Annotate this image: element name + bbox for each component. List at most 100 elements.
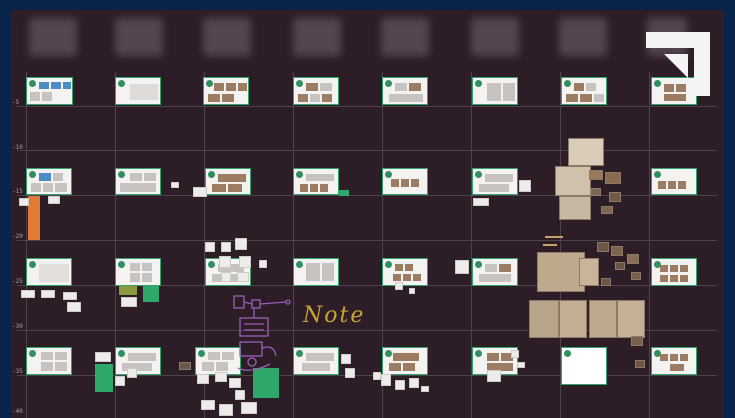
card[interactable]	[193, 187, 207, 197]
sticky-note[interactable]	[143, 286, 159, 302]
board-frame[interactable]	[203, 77, 249, 105]
board-frame[interactable]	[382, 168, 428, 195]
card[interactable]	[127, 368, 137, 378]
card[interactable]	[171, 182, 179, 188]
board-frame[interactable]	[382, 77, 428, 105]
image-thumbnail[interactable]	[615, 262, 625, 270]
card[interactable]	[215, 372, 227, 382]
board-frame[interactable]	[26, 258, 72, 286]
board-frame[interactable]	[115, 258, 161, 286]
card[interactable]	[341, 354, 351, 364]
board-frame[interactable]	[115, 77, 161, 105]
card[interactable]	[221, 272, 231, 282]
board-frame[interactable]	[651, 168, 697, 195]
card[interactable]	[409, 288, 415, 294]
image-thumbnail[interactable]	[627, 254, 639, 264]
handdrawn-sketch-icon[interactable]	[230, 294, 292, 376]
whiteboard-canvas[interactable]: -5 -10 -15 -20 -25 -30 -35 -40 Note	[11, 10, 724, 418]
board-frame[interactable]	[293, 258, 339, 286]
card[interactable]	[517, 362, 525, 368]
image-thumbnail[interactable]	[568, 138, 604, 166]
card[interactable]	[197, 374, 209, 384]
card[interactable]	[395, 282, 403, 290]
card[interactable]	[519, 180, 531, 192]
card[interactable]	[345, 368, 355, 378]
grid-line	[17, 240, 717, 241]
image-thumbnail[interactable]	[631, 336, 643, 346]
image-thumbnail[interactable]	[589, 300, 617, 338]
card[interactable]	[421, 386, 429, 392]
card[interactable]	[19, 198, 29, 206]
board-frame[interactable]	[651, 258, 697, 286]
board-frame[interactable]	[561, 347, 607, 385]
card[interactable]	[21, 290, 35, 298]
card[interactable]	[237, 272, 249, 282]
board-frame[interactable]	[26, 347, 72, 375]
board-frame[interactable]	[293, 347, 339, 375]
sticky-note[interactable]	[119, 286, 137, 295]
image-thumbnail[interactable]	[597, 242, 609, 252]
card[interactable]	[229, 378, 241, 388]
card[interactable]	[205, 242, 215, 252]
card[interactable]	[487, 370, 501, 382]
card[interactable]	[259, 260, 267, 268]
image-thumbnail[interactable]	[611, 246, 623, 256]
card[interactable]	[48, 196, 60, 204]
card[interactable]	[241, 402, 257, 414]
board-frame[interactable]	[205, 168, 251, 195]
image-thumbnail[interactable]	[579, 258, 599, 286]
image-thumbnail[interactable]	[529, 300, 559, 338]
board-frame[interactable]	[382, 258, 428, 286]
card[interactable]	[235, 390, 245, 400]
card[interactable]	[63, 292, 77, 300]
board-frame[interactable]	[472, 258, 518, 286]
card[interactable]	[511, 350, 519, 358]
card[interactable]	[235, 238, 247, 250]
image-thumbnail[interactable]	[635, 360, 645, 368]
card[interactable]	[239, 256, 251, 268]
board-frame[interactable]	[115, 168, 161, 195]
card[interactable]	[473, 198, 489, 206]
card[interactable]	[115, 376, 125, 386]
image-thumbnail[interactable]	[589, 170, 603, 180]
card[interactable]	[201, 400, 215, 410]
board-frame[interactable]	[293, 168, 339, 195]
card[interactable]	[219, 404, 233, 416]
board-frame[interactable]	[472, 168, 518, 195]
sticky-note[interactable]	[28, 196, 40, 240]
card[interactable]	[219, 256, 231, 268]
card[interactable]	[381, 374, 391, 386]
card[interactable]	[221, 242, 231, 252]
image-thumbnail[interactable]	[537, 252, 585, 292]
image-thumbnail[interactable]	[555, 166, 591, 196]
board-frame[interactable]	[561, 77, 607, 105]
handwritten-note[interactable]: Note	[303, 303, 365, 328]
board-frame[interactable]	[293, 77, 339, 105]
card[interactable]	[409, 378, 419, 388]
board-frame[interactable]	[472, 77, 518, 105]
image-thumbnail[interactable]	[601, 278, 611, 286]
sticky-note[interactable]	[95, 364, 113, 392]
image-thumbnail[interactable]	[617, 300, 645, 338]
card[interactable]	[95, 352, 111, 362]
image-thumbnail[interactable]	[559, 196, 591, 220]
card[interactable]	[41, 290, 55, 298]
sticky-note[interactable]	[339, 190, 349, 196]
card[interactable]	[395, 380, 405, 390]
image-thumbnail[interactable]	[179, 362, 191, 370]
board-frame[interactable]	[26, 77, 73, 105]
card[interactable]	[455, 260, 469, 274]
card[interactable]	[121, 297, 137, 307]
image-thumbnail[interactable]	[559, 300, 587, 338]
board-frame[interactable]	[26, 168, 72, 195]
image-thumbnail[interactable]	[601, 206, 613, 214]
board-frame[interactable]	[115, 347, 161, 375]
board-frame[interactable]	[651, 347, 697, 375]
image-thumbnail[interactable]	[609, 192, 621, 202]
card[interactable]	[67, 302, 81, 312]
image-thumbnail[interactable]	[591, 188, 601, 196]
image-thumbnail[interactable]	[631, 272, 641, 280]
card[interactable]	[373, 372, 381, 380]
board-frame[interactable]	[382, 347, 428, 375]
image-thumbnail[interactable]	[605, 172, 621, 184]
